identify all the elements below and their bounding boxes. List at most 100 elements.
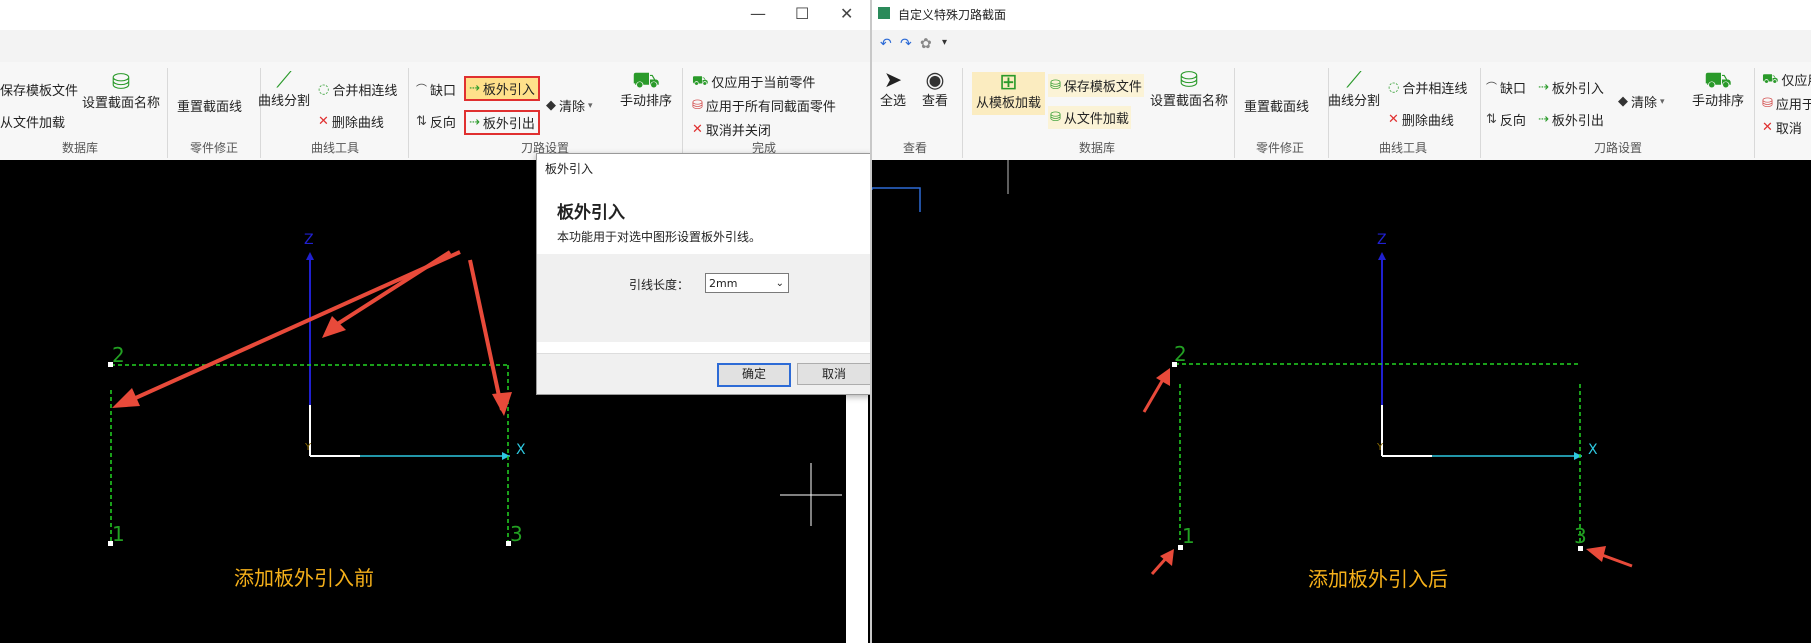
select-all-label: 全选 <box>880 94 907 109</box>
template-icon: ⊞ <box>999 70 1018 95</box>
gap-label: 缺口 <box>1500 82 1527 97</box>
dialog-body <box>537 254 870 342</box>
load-from-file-label: 从文件加载 <box>0 116 66 131</box>
load-from-file-button[interactable]: ⛁ 从文件加载 <box>1048 106 1131 129</box>
left-titlebar: — ☐ ✕ <box>0 0 870 30</box>
group-label-database: 数据库 <box>1078 141 1115 155</box>
close-button[interactable]: ✕ <box>840 4 853 23</box>
group-separator <box>408 68 409 158</box>
lead-length-select[interactable]: 2mm ⌄ <box>705 273 789 293</box>
close-icon: ✕ <box>1762 119 1773 135</box>
lead-out-outside-button[interactable]: ⇢ 板外引出 <box>464 110 540 135</box>
curve-split-button[interactable]: ⟋ 曲线分割 <box>1328 70 1381 110</box>
right-drawing-canvas[interactable]: Z X Y 1 2 3 添加板外引入后 <box>872 160 1811 643</box>
curve-split-button[interactable]: ⟋ 曲线分割 <box>258 70 310 110</box>
group-label-database: 数据库 <box>61 141 98 155</box>
point-label-3: 3 <box>510 522 523 546</box>
axis-label-z: Z <box>1377 232 1387 248</box>
reverse-icon: ⇅ <box>416 113 427 129</box>
delete-curve-button[interactable]: ✕ 删除曲线 <box>318 112 384 131</box>
x-axis-arrow <box>502 452 510 460</box>
apply-current-label: 仅应用于当前零件 <box>711 76 816 91</box>
z-axis-arrow <box>306 252 314 260</box>
app-icon <box>878 7 890 19</box>
reset-section-line-label: 重置截面线 <box>1244 100 1310 115</box>
left-window: — ☐ ✕ 保存模板文件 从文件加载 ⛁ 设置截面名称 数据库 重置截面线 零件… <box>0 0 870 643</box>
apply-all-button[interactable]: ⛁ 应用于所有同截面零件 <box>692 96 836 115</box>
group-label-view: 查看 <box>902 141 927 155</box>
group-separator <box>1480 68 1481 158</box>
clear-label: 清除 <box>559 100 586 115</box>
load-from-template-label: 从模板加载 <box>976 96 1042 111</box>
lead-out-outside-button[interactable]: ⇢ 板外引出 <box>1538 110 1604 129</box>
apply-current-button[interactable]: ⛟ 仅应用于当前零件 <box>692 72 815 91</box>
clear-button[interactable]: ◆ 清除 ▾ <box>1618 92 1665 111</box>
merge-icon: ◌ <box>318 81 330 97</box>
view-button[interactable]: ◉ 查看 <box>922 68 949 110</box>
gap-button[interactable]: ⌒ 缺口 <box>1486 78 1527 98</box>
select-all-button[interactable]: ➤ 全选 <box>880 70 907 110</box>
apply-all-label: 应用于 <box>1775 98 1811 113</box>
load-from-template-button[interactable]: ⊞ 从模板加载 <box>972 70 1046 115</box>
lead-out-outside-label: 板外引出 <box>1551 114 1604 129</box>
lead-in-icon: ⇢ <box>1538 79 1549 95</box>
eye-icon: ◉ <box>925 68 945 93</box>
manual-sort-label: 手动排序 <box>620 94 673 109</box>
lead-out-outside-label: 板外引出 <box>482 117 535 132</box>
reverse-button[interactable]: ⇅ 反向 <box>1486 110 1526 129</box>
set-section-name-button[interactable]: ⛁ 设置截面名称 <box>1150 70 1229 110</box>
x-axis-arrow <box>1574 452 1582 460</box>
reset-section-line-label: 重置截面线 <box>177 100 243 115</box>
gap-icon: ⌒ <box>416 82 427 96</box>
apply-current-button[interactable]: ⛟ 仅应用于 <box>1762 70 1811 89</box>
minimize-button[interactable]: — <box>750 4 766 23</box>
point-label-1: 1 <box>112 522 125 546</box>
delete-curve-button[interactable]: ✕ 删除曲线 <box>1388 110 1454 129</box>
right-quick-access-bar: ↶ ↷ ✿ ▾ <box>872 30 1811 62</box>
group-label-curve-tools: 曲线工具 <box>310 141 359 155</box>
save-template-button[interactable]: 保存模板文件 <box>0 80 78 99</box>
gap-button[interactable]: ⌒ 缺口 <box>416 80 456 100</box>
dialog-heading: 板外引入 <box>557 203 625 223</box>
reset-section-line-button[interactable]: 重置截面线 <box>177 96 242 115</box>
view-label: 查看 <box>922 94 949 109</box>
save-template-label: 保存模板文件 <box>0 84 79 99</box>
apply-all-button[interactable]: ⛁ 应用于 <box>1762 94 1811 113</box>
lead-in-icon: ⇢ <box>469 80 480 96</box>
save-template-button[interactable]: ⛁ 保存模板文件 <box>1048 74 1144 97</box>
set-section-name-label: 设置截面名称 <box>1150 94 1229 109</box>
gear-icon[interactable]: ✿ <box>920 36 932 52</box>
caption-after: 添加板外引入后 <box>1308 567 1448 591</box>
lead-in-outside-label: 板外引入 <box>482 83 535 98</box>
apply-all-icon: ⛁ <box>1762 95 1773 111</box>
redo-icon[interactable]: ↷ <box>900 36 912 52</box>
selection-box-fragment <box>872 187 921 212</box>
lead-in-outside-button[interactable]: ⇢ 板外引入 <box>464 76 540 101</box>
lead-out-icon: ⇢ <box>469 114 480 130</box>
undo-icon[interactable]: ↶ <box>880 36 892 52</box>
cancel-close-button[interactable]: ✕ 取消 <box>1762 118 1802 137</box>
group-separator <box>682 68 683 158</box>
palette-strip <box>846 382 868 643</box>
cancel-close-button[interactable]: ✕ 取消并关闭 <box>692 120 771 139</box>
customize-menu-icon[interactable]: ▾ <box>942 37 947 48</box>
annotation-arrows <box>112 250 512 416</box>
axis-label-x: X <box>516 442 526 458</box>
ok-button[interactable]: 确定 <box>717 363 791 387</box>
reset-section-line-button[interactable]: 重置截面线 <box>1244 96 1309 115</box>
database-off-icon: ⛁ <box>111 70 131 95</box>
manual-sort-icon: ⛟ <box>1704 68 1732 93</box>
manual-sort-button[interactable]: ⛟ 手动排序 <box>1692 68 1744 110</box>
reverse-button[interactable]: ⇅ 反向 <box>416 112 456 131</box>
lead-in-outside-button[interactable]: ⇢ 板外引入 <box>1538 78 1604 97</box>
merge-adjacent-button[interactable]: ◌ 合并相连线 <box>318 80 397 99</box>
cancel-button[interactable]: 取消 <box>797 363 870 385</box>
set-section-name-button[interactable]: ⛁ 设置截面名称 <box>82 70 160 112</box>
manual-sort-button[interactable]: ⛟ 手动排序 <box>620 70 673 110</box>
merge-adjacent-button[interactable]: ◌ 合并相连线 <box>1388 78 1467 97</box>
maximize-button[interactable]: ☐ <box>795 4 809 23</box>
load-from-file-button[interactable]: 从文件加载 <box>0 112 65 131</box>
group-label-toolpath-settings: 刀路设置 <box>1593 141 1642 155</box>
curve-split-label: 曲线分割 <box>1328 94 1381 109</box>
clear-button[interactable]: ◆ 清除 ▾ <box>546 96 593 115</box>
